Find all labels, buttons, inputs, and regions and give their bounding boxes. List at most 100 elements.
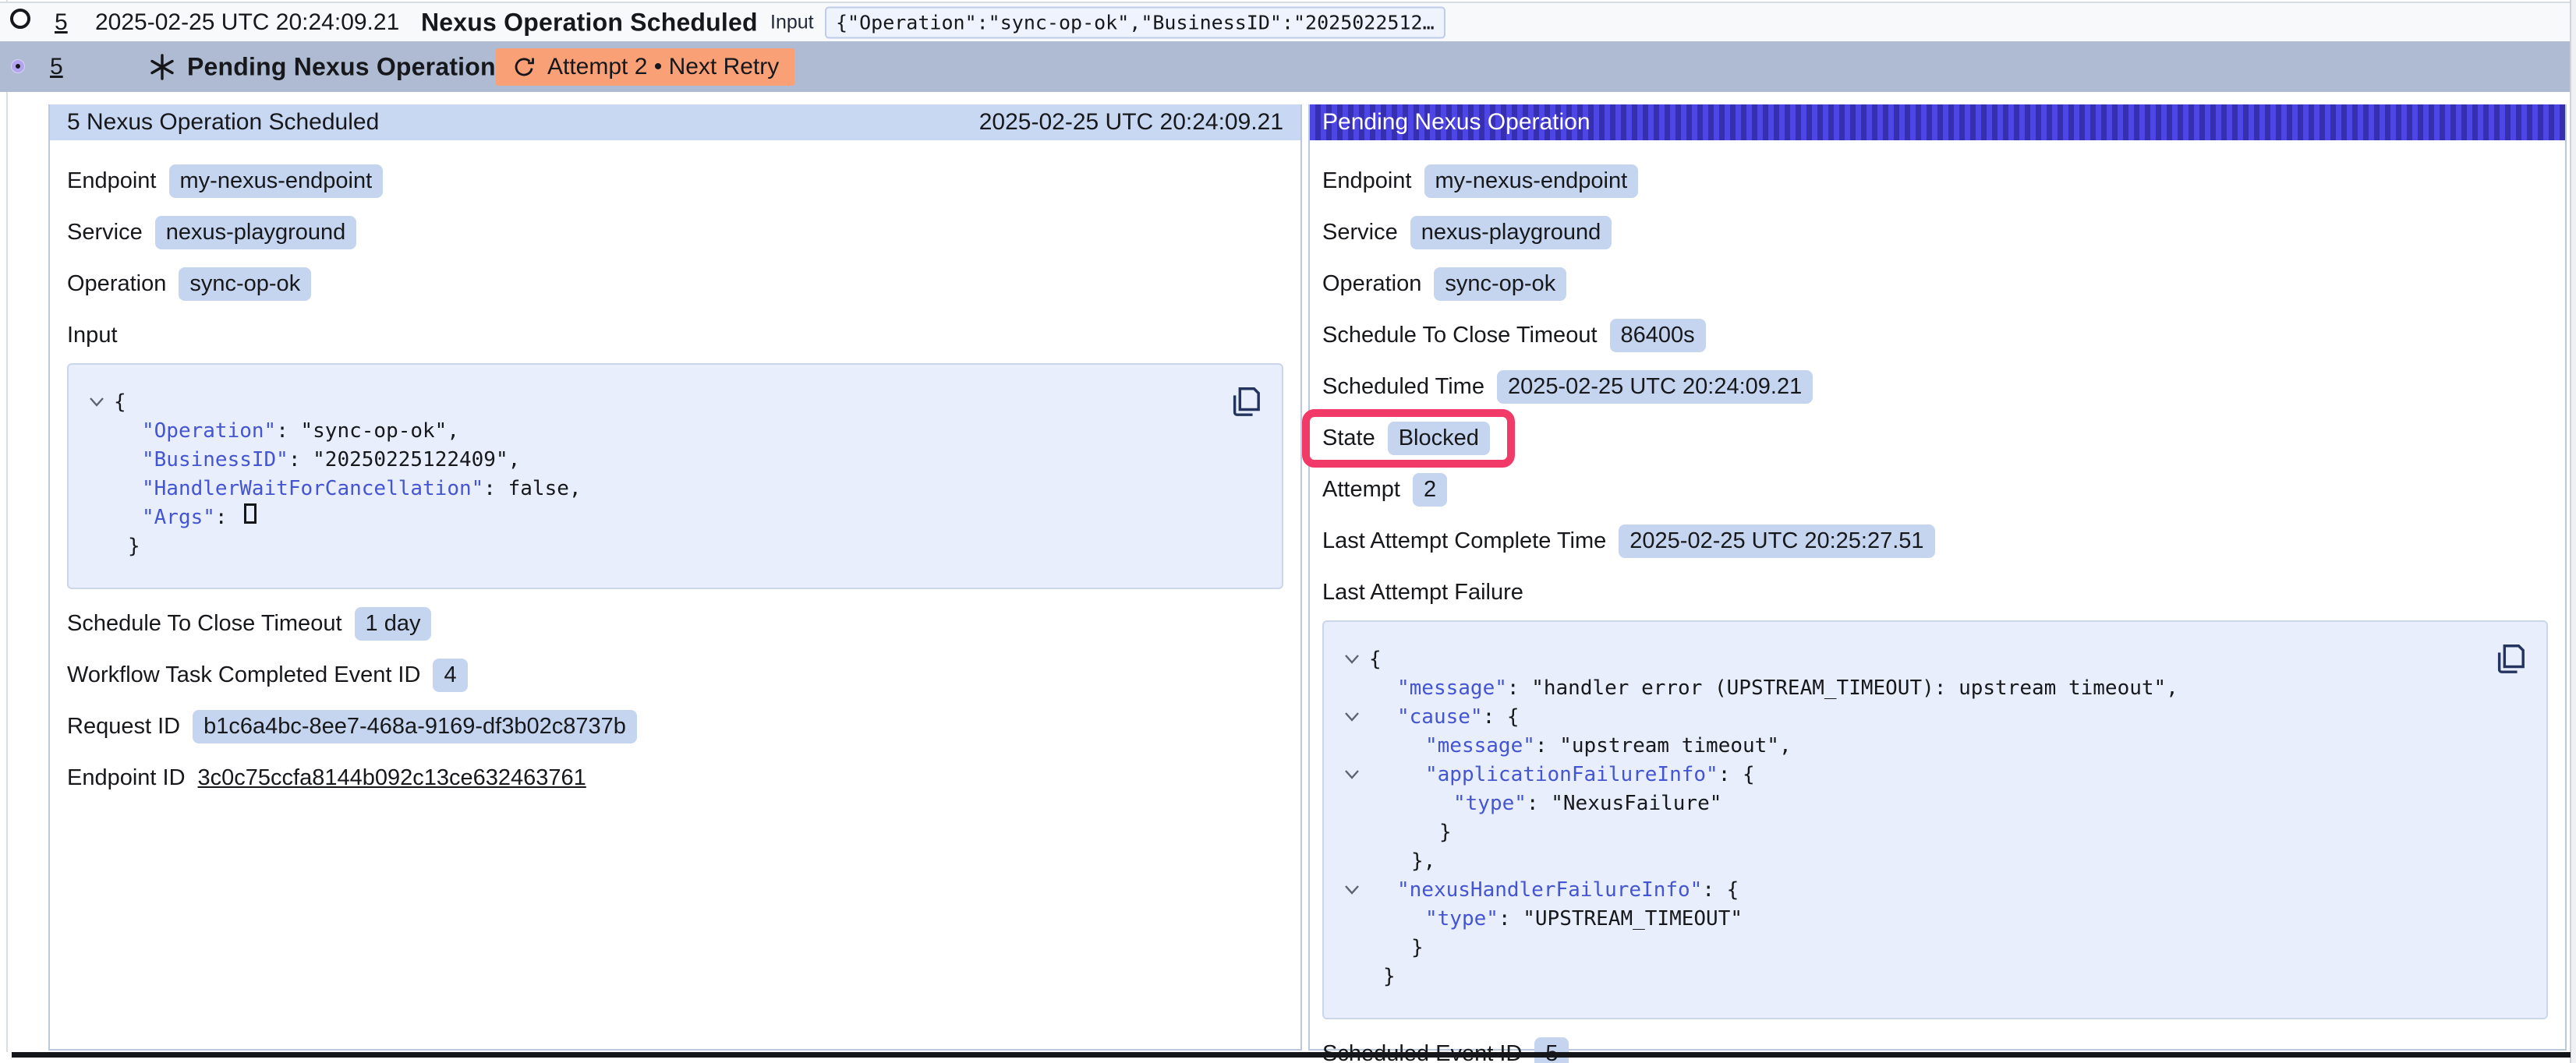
collapse-chevron-icon[interactable] [1335, 645, 1369, 674]
indent [1369, 847, 1411, 876]
vertical-scrollbar[interactable] [2570, 0, 2576, 1063]
json-line: "type": "NexusFailure" [1335, 789, 2476, 818]
json-viewer: {"Operation": "sync-op-ok", "BusinessID":… [67, 363, 1283, 589]
event-id-link[interactable]: 5 [55, 9, 68, 36]
gutter-spacer [80, 503, 114, 532]
json-line: { [80, 388, 1212, 417]
json-key: "message" [1397, 674, 1507, 703]
json-text: : [1535, 732, 1559, 761]
field-value-badge[interactable]: 4 [433, 659, 467, 692]
json-text: : [483, 475, 508, 503]
scheduled-panel-timestamp: 2025-02-25 UTC 20:24:09.21 [979, 109, 1283, 136]
json-text: : [1718, 761, 1743, 789]
field-label: Last Attempt Complete Time [1322, 528, 1606, 554]
field-label: Operation [1322, 271, 1421, 297]
gutter-spacer [1335, 818, 1369, 847]
timeline-current-dot-icon [12, 60, 24, 72]
input-preview-badge[interactable]: {"Operation":"sync-op-ok","BusinessID":"… [825, 6, 1445, 38]
scheduled-event-detail-panel: 5 Nexus Operation Scheduled 2025-02-25 U… [48, 104, 1302, 1051]
copy-icon[interactable] [2493, 641, 2526, 676]
history-row-pending[interactable]: 5 Pending Nexus Operation Attempt 2 • Ne… [0, 41, 2570, 92]
gutter-spacer [80, 417, 114, 446]
copy-icon[interactable] [1229, 383, 1261, 419]
json-line: "Args": [80, 503, 1212, 532]
field-service: Service nexus-playground [1322, 215, 2548, 249]
field-value-badge[interactable]: 2025-02-25 UTC 20:24:09.21 [1497, 370, 1813, 404]
json-text: { [1507, 703, 1520, 732]
json-key: "Args" [142, 503, 215, 532]
json-text: } [1439, 818, 1452, 847]
field-value-badge[interactable]: 2 [1413, 473, 1447, 507]
field-value-badge[interactable]: b1c6a4bc-8ee7-468a-9169-df3b02c8737b [193, 710, 637, 743]
json-line: { [1335, 645, 2476, 674]
field-value-badge[interactable]: sync-op-ok [179, 267, 311, 301]
json-text: }, [1411, 847, 1435, 876]
json-line: } [80, 532, 1212, 561]
collapse-chevron-icon[interactable] [80, 388, 114, 417]
field-value-badge[interactable]: 86400s [1610, 319, 1706, 352]
field-label: Request ID [67, 714, 180, 740]
json-key: "BusinessID" [142, 446, 288, 475]
indent [1369, 818, 1439, 847]
event-title: Nexus Operation Scheduled [421, 8, 758, 37]
field-value-badge[interactable]: my-nexus-endpoint [169, 164, 384, 198]
collapse-chevron-icon[interactable] [1335, 876, 1369, 905]
json-key: "Operation" [142, 417, 276, 446]
field-input: Input{"Operation": "sync-op-ok","Busines… [67, 318, 1283, 589]
field-label: Scheduled Time [1322, 374, 1484, 400]
field-value-badge[interactable]: sync-op-ok [1434, 267, 1566, 301]
json-text: { [1727, 876, 1739, 905]
json-key: "cause" [1397, 703, 1483, 732]
json-text: "sync-op-ok", [301, 417, 460, 446]
field-value-badge[interactable]: 2025-02-25 UTC 20:25:27.51 [1619, 524, 1934, 558]
collapse-chevron-icon[interactable] [1335, 703, 1369, 732]
field-operation: Operation sync-op-ok [67, 267, 1283, 301]
event-timestamp: 2025-02-25 UTC 20:24:09.21 [95, 9, 399, 36]
field-value-badge[interactable]: 5 [1534, 1037, 1569, 1063]
gutter-spacer [1335, 732, 1369, 761]
gutter-spacer [1335, 934, 1369, 962]
json-line: }, [1335, 847, 2476, 876]
gutter-spacer [1335, 962, 1369, 991]
field-label: Service [1322, 220, 1398, 245]
scheduled-panel-body: Endpointmy-nexus-endpointServicenexus-pl… [50, 140, 1300, 810]
event-id-link[interactable]: 5 [50, 54, 63, 80]
json-line: "cause": { [1335, 703, 2476, 732]
indent [114, 532, 128, 561]
scheduled-panel-title: 5 Nexus Operation Scheduled [67, 109, 379, 136]
json-text: } [128, 532, 140, 561]
field-label: Endpoint ID [67, 765, 186, 791]
gutter-spacer [1335, 674, 1369, 703]
field-value-badge[interactable]: 1 day [355, 607, 432, 641]
collapse-chevron-icon[interactable] [1335, 761, 1369, 789]
json-text: : [1483, 703, 1507, 732]
field-value-badge[interactable]: Blocked [1388, 422, 1490, 455]
history-row-scheduled[interactable]: 5 2025-02-25 UTC 20:24:09.21 Nexus Opera… [0, 2, 2570, 41]
json-line: "message": "handler error (UPSTREAM_TIME… [1335, 674, 2476, 703]
gutter-spacer [80, 532, 114, 561]
field-value-badge[interactable]: nexus-playground [155, 216, 357, 249]
field-label: Operation [67, 271, 166, 297]
field-attempt: Attempt 2 [1322, 472, 2548, 507]
field-label: Attempt [1322, 477, 1400, 503]
field-value-link[interactable]: 3c0c75ccfa8144b092c13ce632463761 [198, 765, 586, 791]
field-schedule-to-close-timeout: Schedule To Close Timeout1 day [67, 606, 1283, 641]
indent [1369, 761, 1425, 789]
json-text: false, [508, 475, 582, 503]
field-workflow-task-completed-event-id: Workflow Task Completed Event ID4 [67, 658, 1283, 692]
indent [1369, 703, 1397, 732]
retry-badge-label: Attempt 2 • Next Retry [547, 54, 779, 80]
pending-panel-title: Pending Nexus Operation [1322, 109, 1591, 136]
json-key: "nexusHandlerFailureInfo" [1397, 876, 1702, 905]
json-text: : [215, 503, 239, 532]
indent [114, 446, 142, 475]
content-left-border [6, 0, 8, 1052]
field-value-badge[interactable]: my-nexus-endpoint [1424, 164, 1639, 198]
json-text: { [1743, 761, 1755, 789]
field-value-badge[interactable]: nexus-playground [1410, 216, 1612, 249]
json-line: "applicationFailureInfo": { [1335, 761, 2476, 789]
json-text: } [1411, 934, 1424, 962]
gutter-spacer [80, 446, 114, 475]
gutter-spacer [1335, 789, 1369, 818]
field-last-attempt-failure: Last Attempt Failure{"message": "handler… [1322, 575, 2548, 1019]
